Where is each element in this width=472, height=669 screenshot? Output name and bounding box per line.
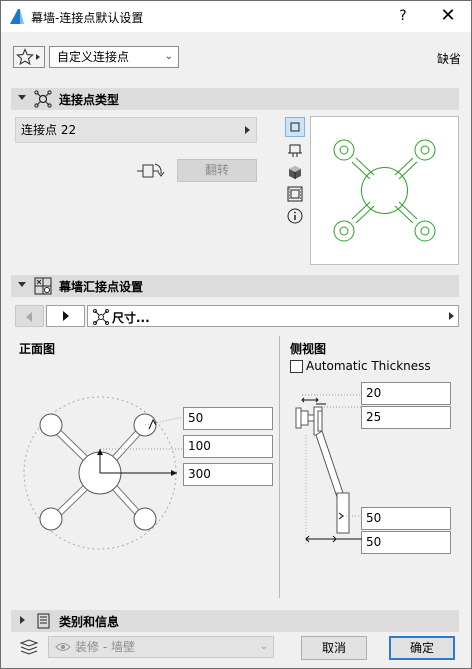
connector-type-icon	[34, 90, 52, 108]
panel-title: 连接点类型	[59, 93, 120, 107]
flip-icon	[137, 163, 165, 178]
star-icon	[16, 48, 40, 66]
default-label: 缺省	[436, 52, 461, 66]
automatic-thickness-checkbox[interactable]	[290, 360, 303, 373]
connector-type-selector[interactable]: 连接点 22	[15, 117, 257, 143]
side-view-diagram	[295, 394, 362, 544]
info-button[interactable]	[285, 206, 305, 226]
arrow-right-icon	[449, 312, 454, 320]
expand-triangle-icon	[20, 616, 25, 624]
connector-preview	[310, 116, 459, 265]
view-divider	[279, 336, 280, 598]
side-dimension-field-3[interactable]: 50	[361, 507, 451, 530]
junction-settings-icon	[34, 277, 52, 295]
layers-icon	[19, 639, 39, 655]
page-navigator: 尺寸...	[15, 305, 459, 327]
info-icon	[287, 208, 303, 224]
side-dimension-field-4[interactable]: 50	[361, 531, 451, 554]
connector-preview-drawing	[333, 139, 436, 242]
panel-header-category[interactable]: 类别和信息	[11, 610, 459, 632]
favorites-button[interactable]	[13, 46, 45, 68]
flip-button[interactable]: 翻转	[177, 159, 257, 182]
title-bar: 幕墙-连接点默认设置 ? ✕	[1, 1, 471, 32]
help-button[interactable]: ?	[393, 6, 413, 26]
next-page-button[interactable]	[46, 305, 85, 327]
automatic-thickness-label: Automatic Thickness	[306, 359, 431, 373]
view-section-button[interactable]	[285, 141, 305, 161]
cancel-button[interactable]: 取消	[301, 636, 367, 660]
layer-dropdown[interactable]: 装修 - 墙壁 ⌄	[48, 636, 274, 658]
close-button[interactable]: ✕	[437, 5, 459, 27]
panel-title: 幕墙汇接点设置	[59, 280, 144, 294]
side-dimension-field-2[interactable]: 25	[361, 406, 451, 429]
collapse-triangle-icon	[18, 95, 26, 100]
side-view-label: 侧视图	[290, 342, 327, 356]
view-3d-button[interactable]	[285, 163, 305, 183]
front-dimension-field-2[interactable]: 100	[183, 435, 273, 458]
view-animation-button[interactable]	[285, 184, 305, 204]
panel-header-junction-settings[interactable]: 幕墙汇接点设置	[11, 275, 459, 297]
chevron-down-icon: ⌄	[259, 641, 268, 652]
square-icon	[290, 122, 300, 132]
ok-button[interactable]: 确定	[389, 636, 455, 660]
arrow-right-icon	[245, 126, 250, 134]
eye-icon	[55, 643, 71, 651]
page-selector-label: 尺寸...	[112, 311, 150, 325]
panel-header-connector-type[interactable]: 连接点类型	[11, 88, 459, 110]
collapse-triangle-icon	[18, 282, 26, 287]
arrow-left-icon	[26, 312, 32, 322]
front-view-label: 正面图	[19, 342, 56, 356]
film-strip-icon	[287, 186, 303, 202]
page-selector[interactable]: 尺寸...	[87, 305, 459, 327]
preset-value: 自定义连接点	[57, 50, 130, 64]
front-dimension-field-1[interactable]: 50	[183, 407, 273, 430]
arrow-right-icon	[63, 311, 69, 321]
front-dimension-field-3[interactable]: 300	[183, 463, 273, 486]
view-2d-button[interactable]	[285, 117, 305, 137]
chevron-down-icon: ⌄	[164, 51, 173, 62]
panel-title: 类别和信息	[59, 615, 120, 629]
previous-page-button[interactable]	[15, 305, 44, 327]
window-title: 幕墙-连接点默认设置	[31, 11, 144, 25]
connector-type-value: 连接点 22	[21, 123, 77, 137]
side-dimension-field-1[interactable]: 20	[361, 382, 451, 405]
preset-dropdown[interactable]: 自定义连接点 ⌄	[49, 46, 179, 68]
layer-value: 装修 - 墙壁	[75, 640, 135, 654]
archicad-app-icon	[10, 9, 24, 24]
cube-icon	[289, 166, 301, 179]
document-icon	[37, 613, 50, 629]
section-view-icon	[288, 144, 302, 157]
front-view-diagram	[23, 396, 184, 550]
dimensions-icon	[93, 309, 109, 325]
dialog-window: 幕墙-连接点默认设置 ? ✕ 自定义连接点 ⌄ 缺省 连接点类型 连接点 22	[0, 0, 472, 669]
